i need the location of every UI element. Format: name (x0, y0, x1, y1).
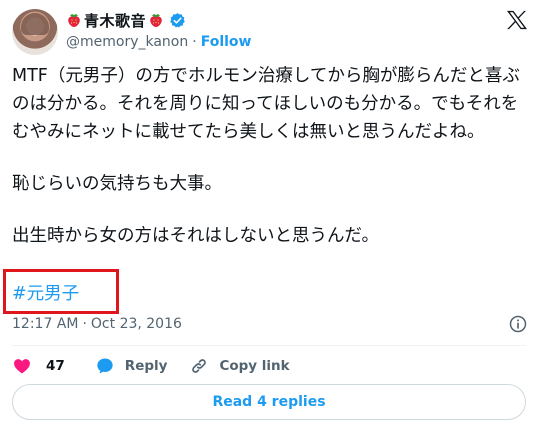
tweet-card: 青木歌音 @memory_kanon · Follow MTF（元男子）の方でホ… (0, 0, 538, 425)
copy-link-button[interactable]: Copy link (189, 356, 290, 376)
like-count: 47 (46, 358, 65, 374)
author-handle-row: @memory_kanon · Follow (66, 32, 251, 52)
timestamp[interactable]: 12:17 AM · Oct 23, 2016 (12, 314, 182, 334)
tweet-time[interactable]: 12:17 AM (12, 316, 78, 332)
action-bar: 47 Reply Copy link (12, 355, 312, 377)
tweet-paragraph: 出生時から女の方はそれはしないと思うんだ。 (12, 226, 379, 246)
separator-dot: · (82, 316, 87, 332)
copy-link-label: Copy link (219, 358, 290, 374)
hashtag-link[interactable]: #元男子 (12, 282, 79, 306)
link-icon (189, 356, 209, 376)
strawberry-icon (148, 12, 164, 28)
tweet-paragraph: MTF（元男子）の方でホルモン治療してから胸が膨らんだと喜ぶのは分かる。それを周… (12, 66, 520, 142)
reply-bubble-icon (95, 356, 115, 376)
like-button[interactable]: 47 (12, 356, 65, 376)
x-logo-icon[interactable] (506, 10, 528, 30)
divider (12, 345, 526, 346)
author-name-row[interactable]: 青木歌音 (66, 9, 186, 31)
heart-icon (12, 356, 32, 376)
separator-dot: · (192, 34, 197, 50)
author-display-name[interactable]: 青木歌音 (84, 10, 146, 31)
reply-label: Reply (124, 358, 168, 374)
tweet-text: MTF（元男子）の方でホルモン治療してから胸が膨らんだと喜ぶのは分かる。それを周… (12, 62, 526, 250)
info-icon[interactable] (508, 314, 528, 334)
strawberry-icon (66, 12, 82, 28)
verified-badge-icon (169, 12, 186, 29)
follow-button[interactable]: Follow (201, 34, 252, 50)
reply-button[interactable]: Reply (95, 356, 168, 376)
read-replies-label: Read 4 replies (212, 394, 326, 410)
tweet-paragraph: 恥じらいの気持ちも大事。 (12, 174, 222, 194)
tweet-date[interactable]: Oct 23, 2016 (91, 316, 182, 332)
read-replies-button[interactable]: Read 4 replies (12, 384, 526, 420)
author-handle[interactable]: @memory_kanon (66, 34, 188, 50)
avatar[interactable] (12, 9, 58, 55)
